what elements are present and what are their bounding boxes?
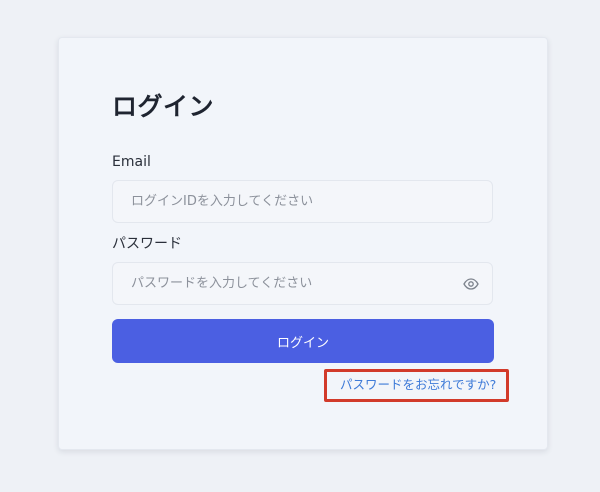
- password-field[interactable]: [113, 263, 492, 304]
- password-field-container: [112, 262, 493, 305]
- forgot-password-link[interactable]: パスワードをお忘れですか?: [340, 376, 496, 394]
- email-field[interactable]: [113, 181, 492, 222]
- email-label: Email: [112, 154, 151, 170]
- email-field-container: [112, 180, 493, 223]
- page-title: ログイン: [112, 92, 215, 121]
- login-button[interactable]: ログイン: [112, 319, 494, 363]
- login-card: ログイン Email パスワード ログイン パスワードをお忘れですか?: [58, 37, 548, 450]
- password-label: パスワード: [112, 236, 182, 252]
- eye-icon[interactable]: [462, 276, 480, 292]
